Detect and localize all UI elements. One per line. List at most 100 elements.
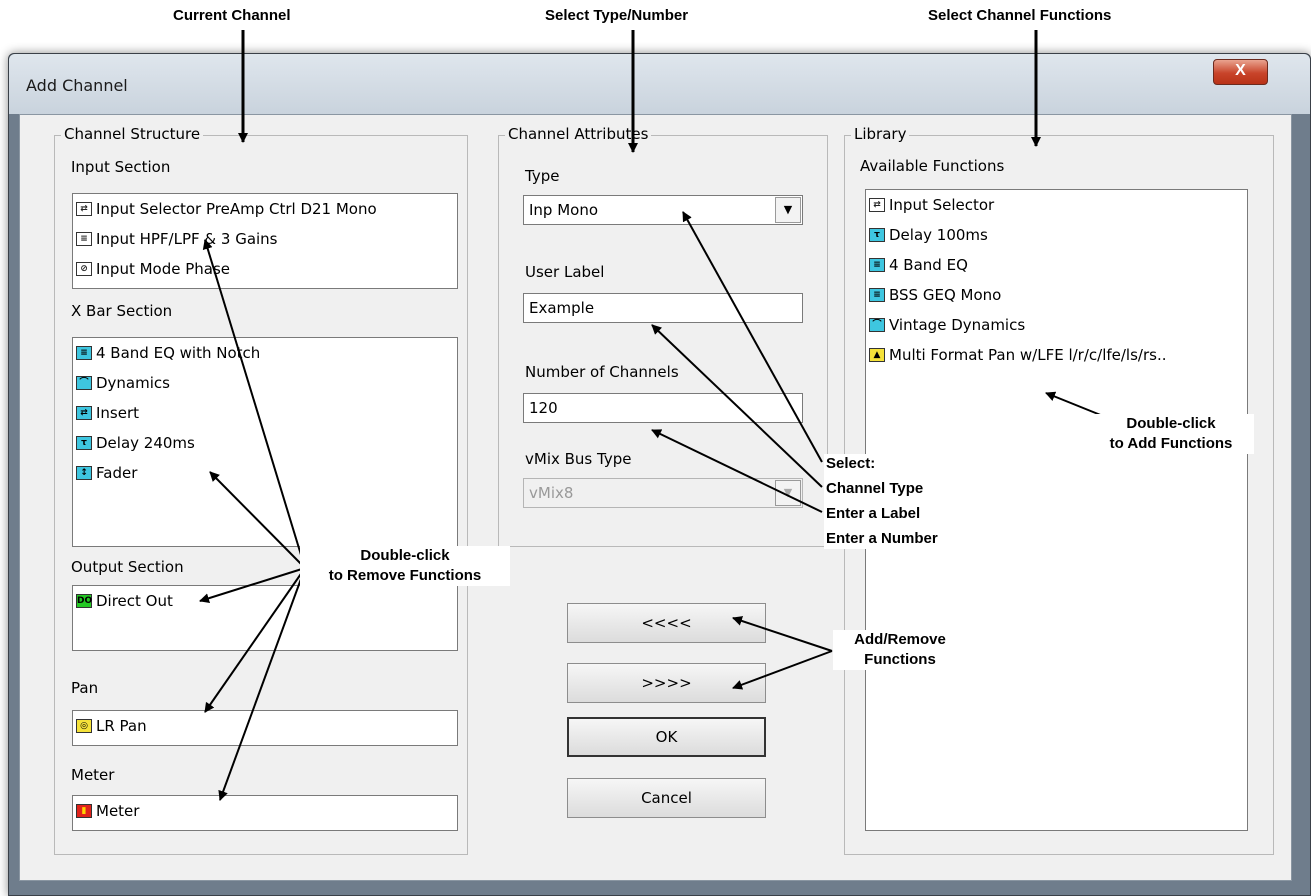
list-item-label: 4 Band EQ	[889, 256, 968, 274]
dynamics-icon: ⌒	[869, 318, 885, 332]
callout-remove-line1: Double-click	[360, 547, 450, 564]
eq-icon: ≡	[869, 258, 885, 272]
list-item-label: Insert	[96, 404, 140, 422]
callout-add-line2: to Add Functions	[1109, 435, 1233, 452]
input-section-list[interactable]: ⇄ Input Selector PreAmp Ctrl D21 Mono ≡ Inp…	[72, 193, 458, 289]
list-item[interactable]: ⇄ Input Selector PreAmp Ctrl D21 Mono	[73, 194, 457, 224]
callout-add-line1: Double-click	[1126, 415, 1216, 432]
callout-add-remove-line1: Add/Remove	[854, 631, 946, 648]
callout-select-line4: Enter a Number	[826, 530, 938, 547]
lr-pan-icon: ◎	[76, 719, 92, 733]
type-label: Type	[525, 167, 560, 185]
list-item-label: Multi Format Pan w/LFE l/r/c/lfe/ls/rs..	[889, 346, 1167, 364]
list-item[interactable]: τ Delay 100ms	[866, 220, 1247, 250]
list-item-label: Dynamics	[96, 374, 170, 392]
list-item[interactable]: ≡ Input HPF/LPF & 3 Gains	[73, 224, 457, 254]
xbar-section-list[interactable]: ≡ 4 Band EQ with Notch ⌒ Dynamics ⇄ Insert τ De…	[72, 337, 458, 547]
multi-pan-icon: ▲	[869, 348, 885, 362]
input-selector-icon: ⇄	[76, 202, 92, 216]
cancel-button[interactable]: Cancel	[567, 778, 766, 818]
list-item-label: Input Mode Phase	[96, 260, 231, 278]
list-item[interactable]: ≡ BSS GEQ Mono	[866, 280, 1247, 310]
list-item-label: Input Selector	[889, 196, 995, 214]
fader-icon: ↕	[76, 466, 92, 480]
list-item-label: Direct Out	[96, 592, 173, 610]
vmix-bus-type-dropdown[interactable]: vMix8 ▼	[523, 478, 803, 508]
list-item[interactable]: DO Direct Out	[73, 586, 457, 616]
list-item[interactable]: ▮ Meter	[73, 796, 457, 826]
delay-icon: τ	[869, 228, 885, 242]
channel-structure-label: Channel Structure	[61, 125, 204, 143]
callout-select-type-number: Select Type/Number	[545, 7, 689, 24]
callout-remove-line2: to Remove Functions	[328, 567, 482, 584]
list-item-label: BSS GEQ Mono	[889, 286, 1002, 304]
pan-list[interactable]: ◎ LR Pan	[72, 710, 458, 746]
list-item[interactable]: ⇄ Input Selector	[866, 190, 1247, 220]
list-item[interactable]: τ Delay 240ms	[73, 428, 457, 458]
user-label-value: Example	[529, 299, 595, 317]
close-button[interactable]: X	[1213, 59, 1268, 85]
eq-icon: ≡	[76, 346, 92, 360]
list-item-label: LR Pan	[96, 717, 147, 735]
input-section-label: Input Section	[71, 158, 171, 176]
list-item[interactable]: ▲ Multi Format Pan w/LFE l/r/c/lfe/ls/rs.…	[866, 340, 1247, 370]
callout-add-remove-line2: Functions	[864, 651, 936, 668]
list-item-label: Meter	[96, 802, 140, 820]
list-item-label: 4 Band EQ with Notch	[96, 344, 261, 362]
channel-attributes-label: Channel Attributes	[505, 125, 652, 143]
pan-label: Pan	[71, 679, 99, 697]
list-item[interactable]: ⊘ Input Mode Phase	[73, 254, 457, 284]
add-channel-dialog: Add Channel X Channel Structure Input Se…	[8, 53, 1311, 896]
vmix-bus-type-label: vMix Bus Type	[525, 450, 632, 468]
meter-label: Meter	[71, 766, 115, 784]
close-icon: X	[1235, 62, 1246, 79]
mode-phase-icon: ⊘	[76, 262, 92, 276]
chevron-down-icon: ▼	[783, 486, 793, 499]
callout-select-attributes: Select: Channel Type Enter a Label Enter…	[824, 454, 940, 549]
number-of-channels-label: Number of Channels	[525, 363, 679, 381]
insert-icon: ⇄	[76, 406, 92, 420]
meter-icon: ▮	[76, 804, 92, 818]
vmix-dropdown-arrow[interactable]: ▼	[775, 480, 801, 506]
chevron-down-icon: ▼	[783, 203, 793, 216]
list-item[interactable]: ◎ LR Pan	[73, 711, 457, 741]
type-dropdown-arrow[interactable]: ▼	[775, 197, 801, 223]
callout-select-line2: Channel Type	[826, 480, 924, 497]
list-item[interactable]: ⇄ Insert	[73, 398, 457, 428]
remove-function-button[interactable]: <<<<	[567, 603, 766, 643]
list-item[interactable]: ⌒ Dynamics	[73, 368, 457, 398]
delay-icon: τ	[76, 436, 92, 450]
list-item-label: Delay 100ms	[889, 226, 988, 244]
list-item-label: Fader	[96, 464, 138, 482]
output-section-list[interactable]: DO Direct Out	[72, 585, 458, 651]
add-function-button[interactable]: >>>>	[567, 663, 766, 703]
list-item-label: Input Selector PreAmp Ctrl D21 Mono	[96, 200, 377, 218]
list-item-label: Vintage Dynamics	[889, 316, 1026, 334]
xbar-section-label: X Bar Section	[71, 302, 173, 320]
type-dropdown[interactable]: Inp Mono ▼	[523, 195, 803, 225]
input-selector-icon: ⇄	[869, 198, 885, 212]
user-label-input[interactable]: Example	[523, 293, 803, 323]
window-title: Add Channel	[26, 76, 128, 95]
dialog-client-area: Channel Structure Input Section ⇄ Input S…	[19, 114, 1292, 881]
callout-select-channel-functions: Select Channel Functions	[928, 7, 1112, 24]
list-item[interactable]: ≡ 4 Band EQ	[866, 250, 1247, 280]
ok-button[interactable]: OK	[567, 717, 766, 757]
list-item[interactable]: ≡ 4 Band EQ with Notch	[73, 338, 457, 368]
callout-select-line3: Enter a Label	[826, 505, 921, 522]
output-section-label: Output Section	[71, 558, 184, 576]
direct-out-icon: DO	[76, 594, 93, 608]
meter-list[interactable]: ▮ Meter	[72, 795, 458, 831]
title-bar[interactable]: Add Channel X	[9, 54, 1310, 114]
list-item-label: Input HPF/LPF & 3 Gains	[96, 230, 278, 248]
user-label-label: User Label	[525, 263, 605, 281]
callout-remove-functions: Double-click to Remove Functions	[300, 546, 510, 586]
list-item[interactable]: ⌒ Vintage Dynamics	[866, 310, 1247, 340]
list-item[interactable]: ↕ Fader	[73, 458, 457, 488]
callout-current-channel: Current Channel	[173, 7, 291, 24]
geq-icon: ≡	[869, 288, 885, 302]
number-of-channels-input[interactable]: 120	[523, 393, 803, 423]
available-functions-label: Available Functions	[860, 157, 1005, 175]
callout-select-line1: Select:	[826, 455, 876, 472]
library-label: Library	[851, 125, 910, 143]
